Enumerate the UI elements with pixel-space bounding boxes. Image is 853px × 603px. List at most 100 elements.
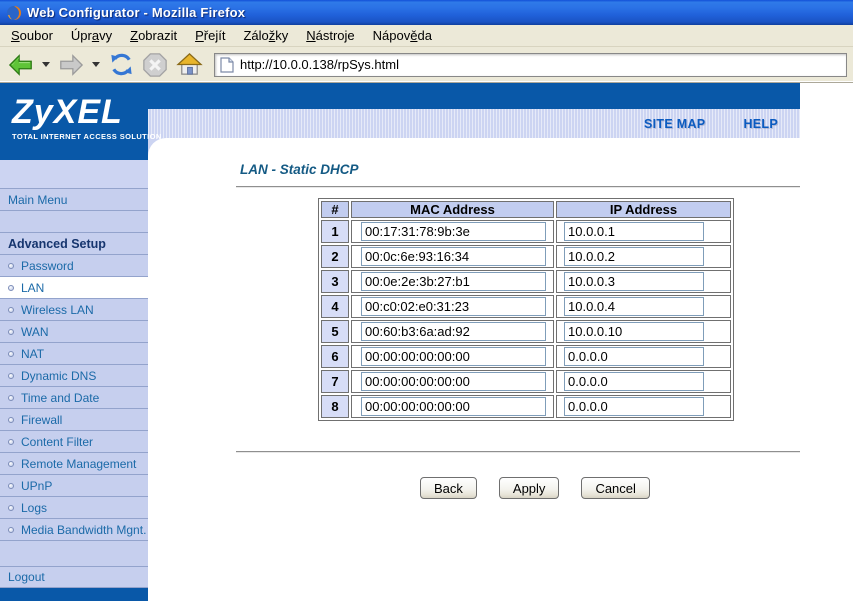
- table-row: 6: [321, 345, 731, 368]
- url-input[interactable]: [240, 57, 841, 72]
- bullet-icon: [8, 373, 14, 379]
- ip-address-input[interactable]: [564, 272, 704, 291]
- ip-address-input[interactable]: [564, 397, 704, 416]
- row-number: 5: [321, 320, 349, 343]
- ip-address-input[interactable]: [564, 247, 704, 266]
- ip-cell: [556, 395, 731, 418]
- row-number: 7: [321, 370, 349, 393]
- row-number: 2: [321, 245, 349, 268]
- stop-icon: [142, 52, 168, 78]
- menu-soubor[interactable]: Soubor: [2, 26, 62, 45]
- page-icon: [220, 57, 234, 73]
- address-bar[interactable]: [214, 53, 847, 77]
- sidebar-spacer: [0, 211, 148, 233]
- menu-nastroje[interactable]: Nástroje: [297, 26, 363, 45]
- back-dropdown[interactable]: [40, 50, 52, 80]
- button-row: Back Apply Cancel: [420, 477, 800, 499]
- sidebar-footer-bar: [0, 588, 148, 601]
- mac-cell: [351, 395, 554, 418]
- sidebar-items: Password LAN Wireless LAN: [0, 255, 148, 541]
- caret-down-icon: [92, 62, 100, 67]
- mac-address-input[interactable]: [361, 322, 546, 341]
- row-number: 1: [321, 220, 349, 243]
- table-row: 8: [321, 395, 731, 418]
- home-icon: [176, 51, 203, 78]
- sidebar-item[interactable]: Media Bandwidth Mgnt.: [0, 519, 148, 541]
- sidebar-item[interactable]: Dynamic DNS: [0, 365, 148, 387]
- sidebar-item[interactable]: Content Filter: [0, 431, 148, 453]
- table-row: 5: [321, 320, 731, 343]
- table-row: 1: [321, 220, 731, 243]
- mac-address-input[interactable]: [361, 247, 546, 266]
- ip-cell: [556, 220, 731, 243]
- ip-address-input[interactable]: [564, 372, 704, 391]
- zyxel-logo-box: ZyXEL TOTAL INTERNET ACCESS SOLUTION: [0, 83, 148, 160]
- sidebar-item[interactable]: Logs: [0, 497, 148, 519]
- menu-prejit[interactable]: Přejít: [186, 26, 234, 45]
- web-configurator-page: Main Menu Advanced Setup Password: [0, 83, 800, 601]
- bullet-icon: [8, 461, 14, 467]
- sidebar-logout[interactable]: Logout: [0, 567, 148, 588]
- cancel-button[interactable]: Cancel: [581, 477, 649, 499]
- back-button[interactable]: [6, 50, 36, 80]
- forward-arrow-icon: [58, 52, 84, 78]
- mac-cell: [351, 320, 554, 343]
- sidebar-item[interactable]: Wireless LAN: [0, 299, 148, 321]
- site-map-link[interactable]: SITE MAP: [644, 117, 705, 131]
- sidebar-main-menu[interactable]: Main Menu: [0, 189, 148, 211]
- menu-napoveda[interactable]: Nápověda: [364, 26, 441, 45]
- mac-cell: [351, 295, 554, 318]
- table-row: 7: [321, 370, 731, 393]
- sidebar-item[interactable]: Firewall: [0, 409, 148, 431]
- back-arrow-icon: [8, 52, 34, 78]
- table-row: 4: [321, 295, 731, 318]
- row-number: 8: [321, 395, 349, 418]
- caret-down-icon: [42, 62, 50, 67]
- mac-cell: [351, 345, 554, 368]
- reload-button[interactable]: [106, 50, 136, 80]
- ip-cell: [556, 345, 731, 368]
- column-header-mac: MAC Address: [351, 201, 554, 218]
- mac-address-input[interactable]: [361, 222, 546, 241]
- bullet-icon: [8, 505, 14, 511]
- column-header-number: #: [321, 201, 349, 218]
- mac-address-input[interactable]: [361, 272, 546, 291]
- sidebar-item[interactable]: NAT: [0, 343, 148, 365]
- sidebar-item[interactable]: WAN: [0, 321, 148, 343]
- ip-cell: [556, 295, 731, 318]
- forward-button[interactable]: [56, 50, 86, 80]
- help-link[interactable]: HELP: [743, 117, 778, 131]
- menu-zalozky[interactable]: Záložky: [234, 26, 297, 45]
- table-row: 2: [321, 245, 731, 268]
- bullet-icon: [8, 307, 14, 313]
- forward-dropdown[interactable]: [90, 50, 102, 80]
- divider-top: [236, 186, 800, 187]
- sidebar-item[interactable]: UPnP: [0, 475, 148, 497]
- bullet-icon: [8, 483, 14, 489]
- sidebar: Main Menu Advanced Setup Password: [0, 109, 148, 601]
- sidebar-item[interactable]: Time and Date: [0, 387, 148, 409]
- ip-address-input[interactable]: [564, 222, 704, 241]
- stop-button[interactable]: [140, 50, 170, 80]
- sidebar-bottom-spacer: [0, 541, 148, 567]
- home-button[interactable]: [174, 50, 204, 80]
- sidebar-item[interactable]: Password: [0, 255, 148, 277]
- ip-address-input[interactable]: [564, 322, 704, 341]
- ip-address-input[interactable]: [564, 297, 704, 316]
- mac-address-input[interactable]: [361, 347, 546, 366]
- apply-button[interactable]: Apply: [499, 477, 560, 499]
- sidebar-item[interactable]: Remote Management: [0, 453, 148, 475]
- mac-cell: [351, 220, 554, 243]
- menu-upravy[interactable]: Úpravy: [62, 26, 121, 45]
- page-viewport: ZyXEL TOTAL INTERNET ACCESS SOLUTION Mai…: [0, 83, 853, 601]
- ip-address-input[interactable]: [564, 347, 704, 366]
- back-form-button[interactable]: Back: [420, 477, 477, 499]
- sidebar-item[interactable]: LAN: [0, 277, 148, 299]
- mac-address-input[interactable]: [361, 372, 546, 391]
- menu-zobrazit[interactable]: Zobrazit: [121, 26, 186, 45]
- mac-address-input[interactable]: [361, 297, 546, 316]
- ip-cell: [556, 370, 731, 393]
- zyxel-logo: ZyXEL: [12, 95, 148, 129]
- main-column: SITE MAP HELP LAN - Static DHCP # MAC Ad…: [148, 109, 800, 601]
- mac-address-input[interactable]: [361, 397, 546, 416]
